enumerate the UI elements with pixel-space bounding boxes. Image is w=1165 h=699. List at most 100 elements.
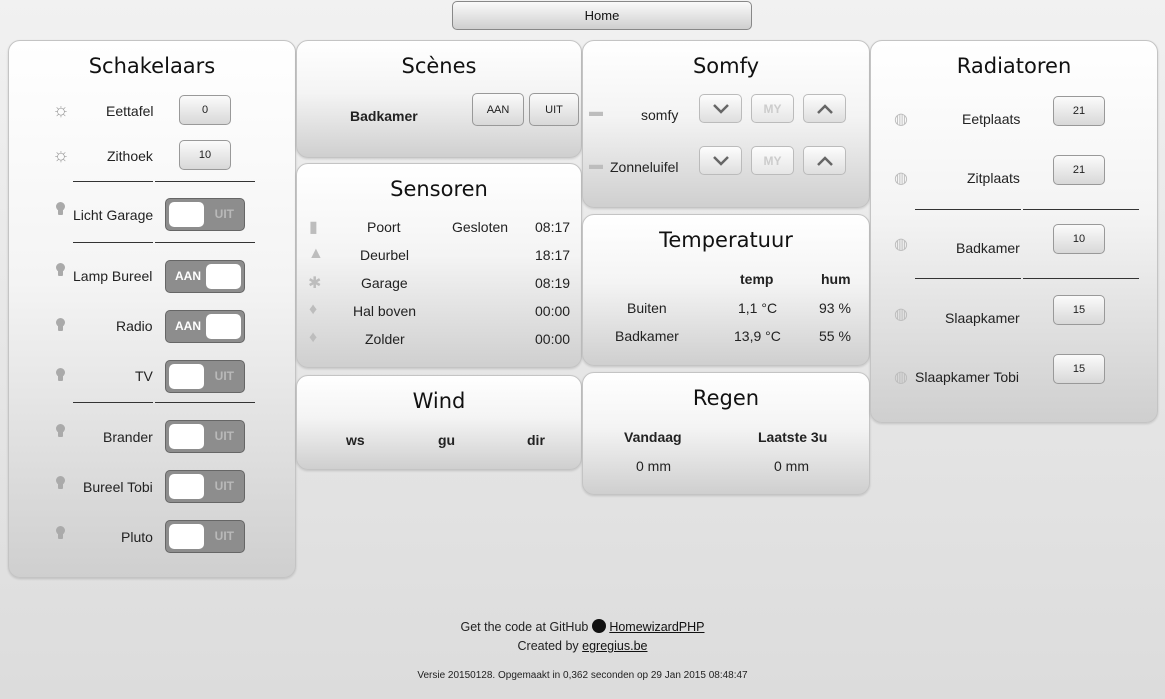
- dimmer-value-button[interactable]: 10: [179, 140, 231, 170]
- bell-icon: ▲: [308, 245, 324, 262]
- somfy-down-button[interactable]: [699, 94, 742, 123]
- door-icon: ▮: [309, 219, 318, 236]
- switch-toggle[interactable]: UIT: [165, 470, 245, 503]
- switch-toggle[interactable]: UIT: [165, 520, 245, 553]
- flame-icon: ♦: [309, 301, 318, 318]
- sensor-time: 08:19: [535, 275, 571, 291]
- switch-toggle[interactable]: UIT: [165, 360, 245, 393]
- switch-label: Bureel Tobi: [83, 479, 153, 495]
- sensoren-title: Sensoren: [390, 177, 488, 201]
- divider: [73, 242, 153, 243]
- scenes-panel: Scènes Badkamer AAN UIT: [296, 40, 582, 158]
- radiator-label: Slaapkamer Tobi: [915, 369, 1020, 385]
- bulb-icon: [56, 526, 65, 539]
- switch-label: TV: [135, 368, 153, 384]
- footer-github-prefix: Get the code at GitHub: [460, 620, 589, 634]
- somfy-up-button[interactable]: [803, 146, 846, 175]
- scene-label: Badkamer: [350, 108, 418, 124]
- radiator-label: Slaapkamer: [945, 310, 1020, 326]
- scene-off-button[interactable]: UIT: [529, 93, 579, 126]
- sensor-time: 00:00: [535, 303, 571, 319]
- hum-header: hum: [821, 271, 851, 287]
- divider: [73, 402, 153, 403]
- thermostat-icon: ◍: [894, 111, 908, 128]
- divider: [1023, 278, 1139, 279]
- github-link[interactable]: HomewizardPHP: [609, 620, 704, 634]
- radiator-setpoint-button[interactable]: 15: [1053, 354, 1105, 384]
- switch-toggle[interactable]: UIT: [165, 198, 245, 231]
- rain-3h-value: 0 mm: [774, 458, 809, 474]
- switch-label: Brander: [103, 429, 153, 445]
- bulb-icon: [56, 202, 65, 215]
- sensor-name: Zolder: [365, 331, 405, 347]
- sensor-name: Deurbel: [360, 247, 410, 263]
- divider: [915, 278, 1021, 279]
- switch-label: Pluto: [121, 529, 153, 545]
- somfy-title: Somfy: [692, 54, 760, 78]
- regen-title: Regen: [692, 386, 760, 410]
- bulb-icon: [56, 318, 65, 331]
- switch-label: Lamp Bureel: [73, 268, 153, 284]
- divider: [73, 181, 153, 182]
- divider: [155, 402, 255, 403]
- creator-link[interactable]: egregius.be: [582, 639, 647, 653]
- dimmer-label: Eettafel: [106, 103, 154, 119]
- footer-github: Get the code at GitHub HomewizardPHP: [0, 619, 1165, 634]
- divider: [915, 209, 1021, 210]
- temperatuur-panel: Temperatuur temp hum Buiten 1,1 °C 93 % …: [582, 214, 870, 366]
- scene-on-button[interactable]: AAN: [472, 93, 524, 126]
- switch-toggle[interactable]: UIT: [165, 420, 245, 453]
- sensoren-panel: Sensoren ▮ Poort Gesloten 08:17 ▲ Deurbe…: [296, 163, 582, 368]
- hum-value: 55 %: [819, 328, 851, 344]
- somfy-up-button[interactable]: [803, 94, 846, 123]
- blind-icon: ▬: [589, 103, 603, 119]
- sensor-name: Poort: [367, 219, 401, 235]
- regen-panel: Regen Vandaag Laatste 3u 0 mm 0 mm: [582, 372, 870, 495]
- bulb-icon: [56, 424, 65, 437]
- switch-label: Licht Garage: [73, 207, 154, 223]
- blind-icon: ▬: [589, 156, 603, 172]
- wind-direction-header: dir: [527, 432, 545, 448]
- rain-today-header: Vandaag: [624, 429, 682, 445]
- somfy-label: somfy: [641, 107, 679, 123]
- radiator-setpoint-button[interactable]: 21: [1053, 96, 1105, 126]
- github-icon: [591, 619, 606, 633]
- sensor-name: Garage: [361, 275, 408, 291]
- rain-today-value: 0 mm: [636, 458, 671, 474]
- thermostat-icon: ◍: [894, 236, 908, 253]
- bulb-icon: [56, 263, 65, 276]
- radiator-label: Zitplaats: [967, 170, 1020, 186]
- somfy-my-button[interactable]: MY: [751, 146, 794, 175]
- thermostat-icon: ◍: [894, 170, 908, 187]
- dimmer-icon: ☼: [52, 145, 70, 166]
- dimmer-value-button[interactable]: 0: [179, 95, 231, 125]
- bulb-icon: [56, 476, 65, 489]
- footer-created-prefix: Created by: [517, 639, 579, 653]
- divider: [155, 181, 255, 182]
- thermostat-icon: ◍: [894, 306, 908, 323]
- somfy-my-button[interactable]: MY: [751, 94, 794, 123]
- sensor-name: Hal boven: [353, 303, 417, 319]
- switch-toggle[interactable]: AAN: [165, 310, 245, 343]
- hum-value: 93 %: [819, 300, 851, 316]
- temperatuur-title: Temperatuur: [659, 228, 793, 252]
- radiatoren-title: Radiatoren: [956, 54, 1072, 78]
- sensor-time: 08:17: [535, 219, 571, 235]
- footer-created: Created by egregius.be: [0, 639, 1165, 653]
- divider: [155, 242, 255, 243]
- flame-icon: ♦: [309, 329, 318, 346]
- switch-toggle[interactable]: AAN: [165, 260, 245, 293]
- somfy-down-button[interactable]: [699, 146, 742, 175]
- temp-location: Badkamer: [615, 328, 679, 344]
- schakelaars-panel: Schakelaars ☼ Eettafel 0 ☼ Zithoek 10 Li…: [8, 40, 296, 578]
- home-button[interactable]: Home: [452, 1, 752, 30]
- dimmer-label: Zithoek: [107, 148, 153, 164]
- temp-header: temp: [740, 271, 774, 287]
- divider: [1023, 209, 1139, 210]
- radiator-setpoint-button[interactable]: 10: [1053, 224, 1105, 254]
- radiator-setpoint-button[interactable]: 21: [1053, 155, 1105, 185]
- switch-label: Radio: [116, 318, 153, 334]
- schakelaars-title: Schakelaars: [88, 54, 216, 78]
- radiator-setpoint-button[interactable]: 15: [1053, 295, 1105, 325]
- sensor-status: Gesloten: [452, 219, 509, 235]
